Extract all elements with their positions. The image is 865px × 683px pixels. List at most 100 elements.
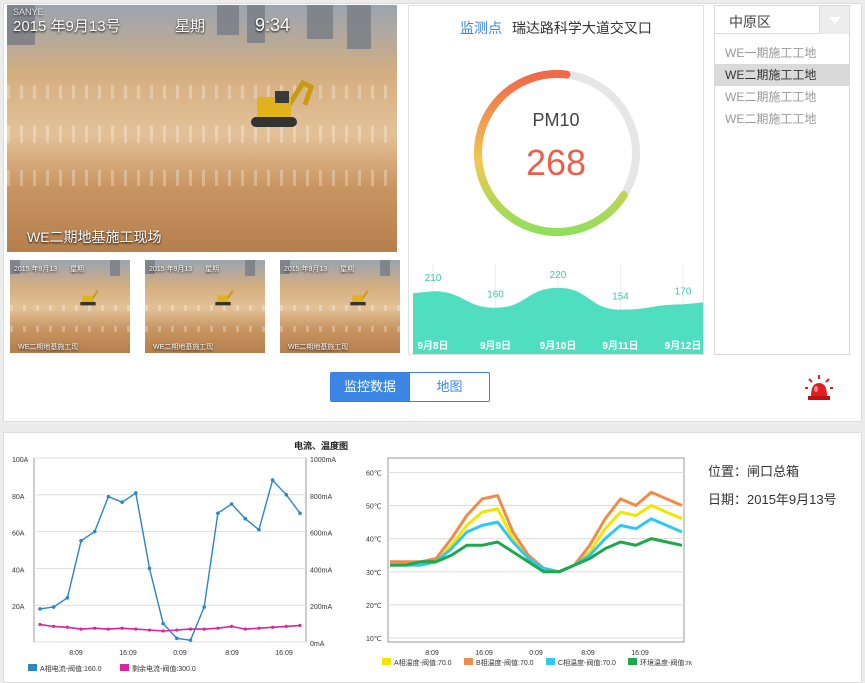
series-a-current-point [216,511,220,515]
series-residual-current-point [161,629,165,633]
camera-date: 2015 年9月13号 [13,18,121,35]
series-residual-current-point [52,624,56,628]
series-a-current-point [270,478,275,482]
pollutant-value: 268 [525,142,587,183]
camera-thumbnail[interactable]: 2015 年9月13 星期 WE二期地基施工现 [280,260,400,353]
pm10-gauge-panel: 监测点 瑞达路科学大道交叉口 210 9月8日 160 9月9日 220 9月10日 154… [408,5,704,355]
y-tick-label: 40℃ [366,537,382,544]
site-item[interactable]: WE一期施工工地 [715,42,849,64]
x-tick-label: 8:09 [581,650,595,657]
camera-thumbnail[interactable]: 2015 年9月13 星期 WE二期地基施工现 [10,260,130,353]
series-a-current-point [284,493,289,497]
x-tick-label: 0:09 [173,650,187,657]
site-list-panel: 中原区 WE一期施工工地 WE二期施工工地 WE二期施工工地 WE二期施工工地 [714,5,850,355]
tab-monitor-data[interactable]: 监控数据 [330,372,410,402]
thumbnail-weekday: 星期 [70,266,84,273]
series-residual-current-point [257,626,261,630]
alarm-siren-icon[interactable] [804,374,834,404]
series-residual-current-point [147,628,152,632]
x-tick-label: 0:09 [529,650,543,657]
y2-tick-label: 1000mA [310,457,336,464]
legend-swatch [464,658,473,665]
x-tick-label: 16:09 [275,650,293,657]
legend-swatch [28,664,37,671]
legend-label: 剩余电流-阀值:300.0 [132,664,196,673]
location-row: 位置：闸口总箱 [708,458,837,486]
pollutant-label: PM10 [532,110,580,130]
current-chart: 电流、温度图 100A 80A 60A 40A 20A 1000mA 800mA 600mA… [12,440,348,673]
excavator-icon [80,290,99,306]
y2-tick-label: 600mA [310,531,333,538]
thumbnail-caption: WE二期地基施工现 [18,344,79,351]
y-tick-label: 40A [12,567,25,574]
series-a-current-point [243,516,248,521]
main-camera-view[interactable]: 2015 年9月13号 星期 9:34 SANYE WE二期地基施工现场 [7,5,397,252]
thumbnail-date: 2015 年9月13 [284,266,328,273]
series-residual-current-point [229,624,234,628]
camera-thumbnail[interactable]: 2015 年9月13 星期 WE二期地基施工现 [145,260,265,353]
series-residual-current-point [271,625,275,629]
trend-day-label: 9月11日 [602,340,638,352]
district-select[interactable]: 中原区 [715,6,849,34]
chevron-down-icon[interactable] [819,6,849,34]
y-tick-label: 50℃ [366,504,382,511]
y-tick-label: 30℃ [366,570,382,577]
location-value: 闸口总箱 [747,464,800,479]
series-a-current-point [175,636,179,641]
chart-title: 电流、温度图 [294,440,348,451]
trend-day-label: 9月12日 [665,340,702,352]
x-tick-label: 16:09 [631,650,649,657]
legend-swatch [628,658,637,665]
series-a-current-point [188,638,193,642]
trend-day-label: 9月10日 [540,340,577,352]
thumbnail-weekday: 星期 [340,266,354,273]
y-tick-label: 80A [12,494,25,501]
thumbnail-caption: WE二期地基施工现 [153,344,214,351]
series-a-current-point [298,511,302,515]
x-tick-label: 8:09 [69,650,83,657]
series-a-current-point [65,596,70,600]
legend-swatch [120,664,129,671]
x-tick-label: 8:09 [425,650,439,657]
y-tick-label: 100A [12,457,29,464]
excavator-icon [350,290,369,306]
date-row: 日期：2015年9月13号 [708,486,837,514]
excavator-icon [215,290,234,306]
camera-time: 9:34 [255,15,291,35]
thumbnail-caption: WE二期地基施工现 [288,344,349,351]
site-item[interactable]: WE二期施工工地 [715,86,849,108]
device-info: 位置：闸口总箱 日期：2015年9月13号 [708,458,837,514]
x-tick-label: 16:09 [119,650,137,657]
x-tick-label: 8:09 [225,650,239,657]
temperature-chart: 60℃ 50℃ 40℃ 30℃ 20℃ 10℃ 8:09 16:09 0:09 8:09 16:0… [366,457,692,667]
series-residual-current-point [243,627,247,631]
view-tabs: 监控数据 地图 [330,372,490,402]
series-a-current-point [161,621,165,626]
series-a-current-point [79,539,83,543]
thumbnail-weekday: 星期 [205,266,219,273]
legend-swatch [546,658,555,665]
tab-map[interactable]: 地图 [409,372,490,402]
series-a-current-point [257,527,261,532]
series-a-current-point [120,500,124,504]
trend-value-label: 160 [487,290,504,301]
series-residual-current-point [120,626,124,630]
series-a-current-point [202,605,207,609]
thumbnail-date: 2015 年9月13 [149,266,193,273]
legend-label: 环境温度-阀值:null [640,658,692,667]
series-a-current-point [229,502,234,506]
series-a-current-point [147,566,152,571]
camera-brand: SANYE [13,7,44,17]
date-value: 2015年9月13号 [747,492,837,507]
series-residual-current-point [106,627,111,631]
legend-label: A相电流-阀值:160.0 [40,664,102,673]
series-a-current-point [133,491,138,495]
trend-value-label: 154 [612,292,629,303]
district-selected: 中原区 [729,14,771,30]
y2-tick-label: 400mA [310,567,333,574]
trend-day-label: 9月9日 [480,340,511,352]
site-item-active[interactable]: WE二期施工工地 [715,64,849,86]
series-residual-current-point [79,627,83,631]
x-tick-label: 16:09 [475,650,493,657]
site-item[interactable]: WE二期施工工地 [715,108,849,130]
